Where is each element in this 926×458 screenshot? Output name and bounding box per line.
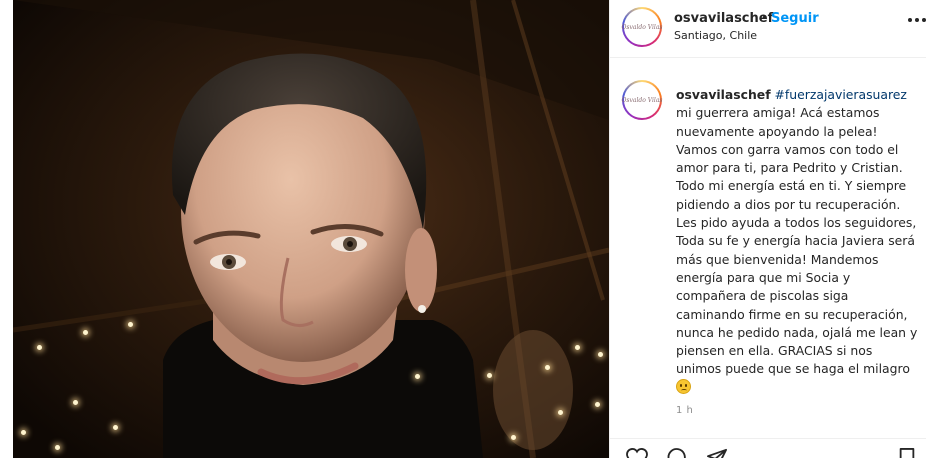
string-light [55,445,60,450]
caption-hashtag[interactable]: #fuerzajavierasuarez [775,87,907,102]
string-light [487,373,492,378]
separator-dot: • [761,11,769,26]
string-light [511,435,516,440]
avatar[interactable]: Osvaldo Vilas [622,7,662,47]
string-light [558,410,563,415]
post-time[interactable]: 1 h [676,405,693,416]
username-link[interactable]: osvavilaschef [674,11,773,26]
post-header: Osvaldo Vilas osvavilaschef • Seguir San… [610,0,926,58]
string-light [575,345,580,350]
string-light [37,345,42,350]
caption-body: mi guerrera amiga! Acá estamos nuevament… [676,105,918,377]
string-light [595,402,600,407]
string-light [598,352,603,357]
caption-username[interactable]: osvavilaschef [676,87,771,102]
page-margin [0,0,13,458]
string-light [545,365,550,370]
caption-text: osvavilaschef #fuerzajavierasuarez mi gu… [676,86,920,397]
heart-icon[interactable] [626,448,648,458]
bookmark-icon[interactable] [898,448,916,458]
photo-background [13,0,609,458]
share-icon[interactable] [706,448,728,458]
string-light [73,400,78,405]
string-light [128,322,133,327]
action-bar [610,438,926,458]
post-photo[interactable] [13,0,609,458]
more-options-icon[interactable] [908,15,926,25]
avatar-logo-text: Osvaldo Vilas [621,96,663,104]
comment-icon[interactable] [666,448,688,458]
caption-avatar[interactable]: Osvaldo Vilas [622,80,662,120]
post-side-panel: Osvaldo Vilas osvavilaschef • Seguir San… [610,0,926,458]
string-light [113,425,118,430]
string-light [21,430,26,435]
follow-button[interactable]: Seguir [771,11,819,26]
location-link[interactable]: Santiago, Chile [674,29,757,42]
smiling-face-emoji [676,378,691,394]
string-light [83,330,88,335]
avatar-logo-text: Osvaldo Vilas [621,23,663,31]
string-light [415,374,420,379]
